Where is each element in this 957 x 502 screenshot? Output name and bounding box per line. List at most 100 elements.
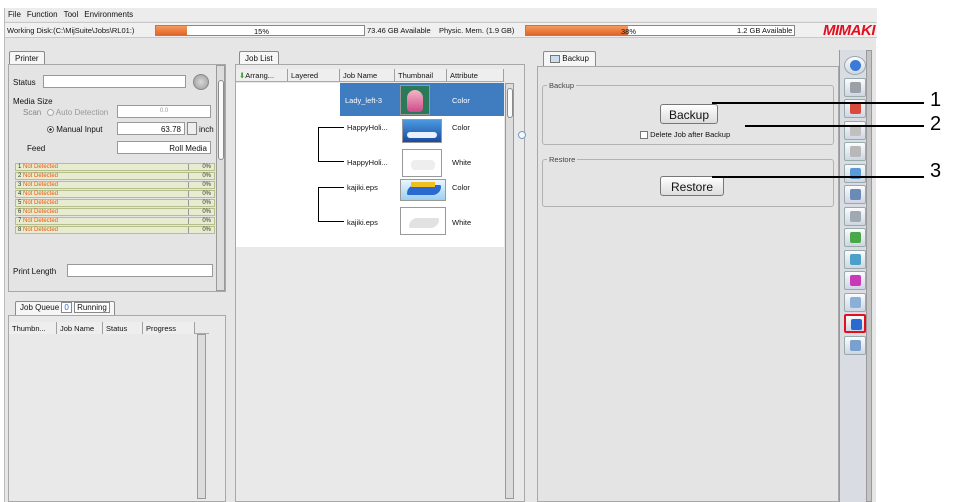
ink-status-row: 4 Not Detected 0% <box>15 190 215 198</box>
col-arrange[interactable]: ⬇Arrang... <box>236 69 288 81</box>
ink-level-divider <box>188 200 189 206</box>
scan-label: Scan <box>23 108 42 117</box>
ink-status-text: Not Detected <box>23 191 59 197</box>
menu-tool[interactable]: Tool <box>64 10 79 19</box>
tab-job-queue[interactable]: Job Queue 0 Running <box>15 301 115 315</box>
restore-button[interactable]: Restore <box>660 176 724 196</box>
splitter-handle-icon[interactable] <box>518 131 526 139</box>
queue-col-progress[interactable]: Progress <box>143 322 195 334</box>
printer-scroll-thumb[interactable] <box>218 80 224 160</box>
auto-detection-label: Auto Detection <box>55 108 109 117</box>
manual-input-field[interactable]: 63.78 <box>117 122 185 135</box>
print-icon[interactable] <box>844 120 866 140</box>
callout-line-3 <box>712 176 924 178</box>
ink-level-percent: 0% <box>202 227 211 233</box>
status-field <box>43 75 186 88</box>
tree-line <box>318 221 344 222</box>
duplicate-icon[interactable] <box>844 292 866 312</box>
queue-col-thumbnail[interactable]: Thumbn... <box>9 322 57 334</box>
backup-button[interactable]: Backup <box>660 104 718 124</box>
job-list-header: ⬇Arrang... Layered Job Name Thumbnail At… <box>236 69 504 82</box>
ink-status-row: 5 Not Detected 0% <box>15 199 215 207</box>
job-thumbnail[interactable] <box>400 179 446 201</box>
job-name-cell[interactable]: kajiki.eps <box>347 218 378 227</box>
menu-environments[interactable]: Environments <box>84 10 133 19</box>
copy-job-icon[interactable] <box>844 163 866 183</box>
ink-level-percent: 0% <box>202 182 211 188</box>
memory-available: 1.2 GB Available <box>737 26 793 35</box>
restore-group: Restore Restore <box>542 155 834 207</box>
memory-label: Physic. Mem. (1.9 GB) <box>439 26 515 35</box>
job-thumbnail[interactable] <box>400 207 446 235</box>
ink-level-divider <box>188 227 189 233</box>
job-list-scroll-thumb[interactable] <box>507 88 513 118</box>
color-wheel-icon[interactable] <box>844 271 866 290</box>
backup-group: Backup Backup Delete Job after Backup <box>542 81 834 145</box>
panel-icon[interactable] <box>844 185 866 204</box>
restore-group-label: Restore <box>547 155 578 164</box>
manual-input-radio-icon[interactable] <box>47 126 54 134</box>
job-name-cell[interactable]: HappyHoli... <box>347 123 388 132</box>
layout-icon[interactable] <box>844 77 866 97</box>
ink-status-row: 8 Not Detected 0% <box>15 226 215 234</box>
queue-col-status[interactable]: Status <box>103 322 143 334</box>
ink-level-divider <box>188 164 189 170</box>
tree-line <box>318 127 344 128</box>
job-attribute-cell: Color <box>452 183 470 192</box>
layer-icon[interactable] <box>844 206 866 226</box>
printer-panel-scrollbar[interactable] <box>216 65 225 291</box>
job-list-scrollbar[interactable] <box>505 83 514 499</box>
queue-header: Thumbn... Job Name Status Progress <box>9 322 209 334</box>
printer-panel: Status Media Size Scan Auto Detection 0.… <box>8 64 226 292</box>
running-label[interactable]: Running <box>74 302 110 313</box>
job-name-cell[interactable]: HappyHoli... <box>347 158 388 167</box>
job-name-cell[interactable]: kajiki.eps <box>347 183 378 192</box>
disk-usage-bar: 15% <box>155 25 365 36</box>
memory-usage-fill <box>526 26 628 35</box>
callout-1: 1 <box>930 89 942 111</box>
col-thumbnail[interactable]: Thumbnail <box>395 69 447 81</box>
col-attribute[interactable]: Attribute <box>447 69 504 81</box>
queue-col-job-name[interactable]: Job Name <box>57 322 103 334</box>
ink-status-row: 7 Not Detected 0% <box>15 217 215 225</box>
marlin-title-mark <box>411 182 435 187</box>
queue-scrollbar[interactable] <box>197 334 206 499</box>
job-thumbnail[interactable] <box>402 149 442 177</box>
job-name-cell[interactable]: Lady_left-3 <box>345 96 382 105</box>
ink-slot-number: 7 <box>18 218 22 224</box>
toolbar-scrollbar[interactable] <box>866 50 872 502</box>
status-label: Status <box>13 78 36 87</box>
ink-status-text: Not Detected <box>23 218 59 224</box>
job-thumbnail[interactable] <box>400 85 430 115</box>
adjust-icon[interactable] <box>844 228 866 247</box>
auto-value-text: 0.0 <box>159 108 169 114</box>
layer-icon-glyph <box>850 210 861 222</box>
disk-available: 73.46 GB Available <box>367 26 431 35</box>
col-layered[interactable]: Layered <box>288 69 340 81</box>
delete-after-backup-option: Delete Job after Backup <box>640 130 730 140</box>
disk-percent: 15% <box>254 27 270 36</box>
manual-input-stepper[interactable] <box>187 122 197 135</box>
cut-icon[interactable] <box>844 142 866 161</box>
adjust2-icon[interactable] <box>844 249 866 269</box>
menu-function[interactable]: Function <box>27 10 58 19</box>
tab-job-list[interactable]: Job List <box>239 51 279 65</box>
menu-file[interactable]: File <box>8 10 21 19</box>
tab-printer[interactable]: Printer <box>9 51 45 65</box>
ink-level-percent: 0% <box>202 200 211 206</box>
col-job-name[interactable]: Job Name <box>340 69 395 81</box>
feed-label: Feed <box>27 144 46 153</box>
job-thumbnail[interactable] <box>402 119 442 143</box>
tab-backup[interactable]: Backup <box>543 51 596 67</box>
job-queue-panel: Thumbn... Job Name Status Progress <box>8 315 226 502</box>
working-disk-label: Working Disk:(C:\MijSuite\Jobs\RL01:) <box>7 26 135 35</box>
ink-level-divider <box>188 182 189 188</box>
panel-icon-glyph <box>850 189 861 200</box>
delete-after-backup-checkbox[interactable] <box>640 131 648 140</box>
ink-status-row: 2 Not Detected 0% <box>15 172 215 180</box>
unit-label: inch <box>199 125 214 134</box>
backup-icon[interactable] <box>844 314 866 333</box>
info-icon[interactable] <box>844 56 866 75</box>
auto-detection-radio-icon[interactable] <box>47 109 54 117</box>
trash-icon[interactable] <box>844 335 866 355</box>
